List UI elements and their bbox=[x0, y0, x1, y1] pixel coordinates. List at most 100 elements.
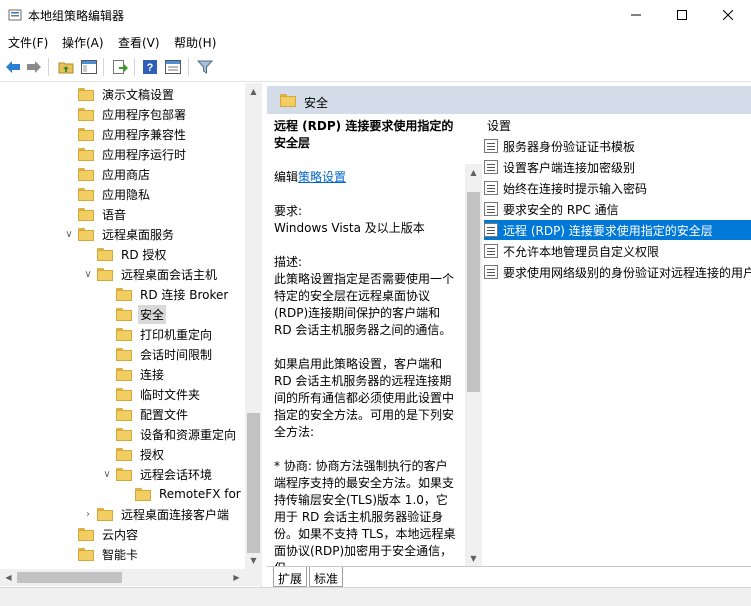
tree-item[interactable]: RemoteFX for W bbox=[119, 484, 258, 504]
toolbar-separator bbox=[188, 58, 189, 76]
setting-item[interactable]: 服务器身份验证证书模板 bbox=[484, 136, 751, 156]
policy-setting-icon bbox=[484, 244, 498, 258]
folder-icon bbox=[116, 287, 132, 301]
folder-icon bbox=[116, 427, 132, 441]
tree-item[interactable]: 授权 bbox=[100, 444, 166, 464]
menu-help[interactable]: 帮助(H) bbox=[174, 34, 216, 51]
setting-item[interactable]: 始终在连接时提示输入密码 bbox=[484, 178, 751, 198]
scroll-up-icon[interactable]: ▲ bbox=[245, 83, 262, 100]
collapse-chevron-icon[interactable]: ∨ bbox=[62, 227, 76, 241]
folder-icon bbox=[78, 527, 94, 541]
tree-item[interactable]: 连接 bbox=[100, 364, 166, 384]
folder-icon bbox=[78, 187, 94, 201]
folder-icon bbox=[116, 467, 132, 481]
show-hide-tree-button[interactable] bbox=[80, 58, 98, 76]
tree-item[interactable]: ∨ 远程会话环境 bbox=[100, 464, 214, 484]
policy-setting-icon bbox=[484, 223, 498, 237]
folder-icon bbox=[78, 167, 94, 181]
tree-item[interactable]: 应用商店 bbox=[62, 164, 152, 184]
close-button[interactable] bbox=[705, 0, 751, 30]
folder-icon bbox=[78, 87, 94, 101]
scroll-right-icon[interactable]: ▶ bbox=[228, 569, 245, 586]
toolbar-separator bbox=[134, 58, 135, 76]
tree-item[interactable]: RD 连接 Broker bbox=[100, 284, 230, 304]
setting-item[interactable]: 要求安全的 RPC 通信 bbox=[484, 199, 751, 219]
maximize-icon bbox=[677, 10, 687, 20]
forward-arrow-icon bbox=[27, 61, 41, 73]
setting-item[interactable]: 要求使用网络级别的身份验证对远程连接的用户 bbox=[484, 262, 751, 282]
properties-button[interactable] bbox=[164, 58, 182, 76]
description: 描述: 此策略设置指定是否需要使用一个特定的安全层在远程桌面协议(RDP)连接期间… bbox=[274, 255, 455, 337]
policy-title: 远程 (RDP) 连接要求使用指定的安全层 bbox=[274, 119, 454, 150]
tree-item[interactable]: ∨ 远程桌面服务 bbox=[62, 224, 176, 244]
scrollbar-thumb[interactable] bbox=[17, 572, 122, 583]
filter-button[interactable] bbox=[196, 58, 214, 76]
negotiate-description: * 协商: 协商方法强制执行的客户端程序支持的最安全方法。如果支持传输层安全(T… bbox=[274, 459, 456, 567]
tree-item[interactable]: 演示文稿设置 bbox=[62, 84, 176, 104]
tab-extended[interactable]: 扩展 bbox=[273, 567, 308, 587]
folder-icon bbox=[97, 507, 113, 521]
setting-item-selected[interactable]: 远程 (RDP) 连接要求使用指定的安全层 bbox=[484, 220, 751, 240]
toolbar: ? bbox=[0, 52, 751, 82]
scroll-left-icon[interactable]: ◀ bbox=[0, 569, 17, 586]
collapse-chevron-icon[interactable]: ∨ bbox=[100, 467, 114, 481]
folder-icon bbox=[78, 547, 94, 561]
up-one-level-button[interactable] bbox=[57, 58, 75, 76]
setting-item[interactable]: 设置客户端连接加密级别 bbox=[484, 157, 751, 177]
collapse-chevron-icon[interactable]: ∨ bbox=[81, 267, 95, 281]
toolbar-separator bbox=[48, 58, 49, 76]
setting-item[interactable]: 不允许本地管理员自定义权限 bbox=[484, 241, 751, 261]
back-arrow-icon bbox=[6, 61, 20, 73]
menu-view[interactable]: 查看(V) bbox=[118, 34, 160, 51]
tree-item[interactable]: 应用程序包部署 bbox=[62, 104, 188, 124]
folder-icon bbox=[116, 347, 132, 361]
export-list-button[interactable] bbox=[111, 58, 129, 76]
menu-action[interactable]: 操作(A) bbox=[62, 34, 104, 51]
tree-item[interactable]: RD 授权 bbox=[81, 244, 168, 264]
folder-icon bbox=[78, 207, 94, 221]
tab-standard[interactable]: 标准 bbox=[309, 567, 344, 587]
minimize-button[interactable] bbox=[613, 0, 659, 30]
tree-item[interactable]: 应用隐私 bbox=[62, 184, 152, 204]
enabled-description: 如果启用此策略设置，客户端和 RD 会话主机服务器的远程连接期间的所有通信都必须… bbox=[274, 357, 455, 439]
help-icon: ? bbox=[143, 60, 157, 74]
tree-item[interactable]: 智能卡 bbox=[62, 544, 140, 564]
tree-item[interactable]: 设备和资源重定向 bbox=[100, 424, 238, 444]
view-tabs: 扩展 标准 bbox=[267, 566, 751, 587]
properties-icon bbox=[165, 60, 181, 74]
description-panel: 远程 (RDP) 连接要求使用指定的安全层 编辑策略设置 要求: Windows … bbox=[267, 114, 465, 567]
edit-policy-line: 编辑策略设置 bbox=[274, 170, 347, 184]
folder-icon bbox=[280, 94, 296, 107]
policy-settings-link[interactable]: 策略设置 bbox=[298, 170, 346, 184]
tree-item[interactable]: › 远程桌面连接客户端 bbox=[81, 504, 231, 524]
folder-icon bbox=[116, 447, 132, 461]
tree-item[interactable]: 应用程序兼容性 bbox=[62, 124, 188, 144]
tree-item[interactable]: 语音 bbox=[62, 204, 128, 224]
tree-item[interactable]: 云内容 bbox=[62, 524, 140, 544]
title-bar: 本地组策略编辑器 bbox=[0, 0, 751, 30]
folder-icon bbox=[97, 267, 113, 281]
menu-file[interactable]: 文件(F) bbox=[8, 34, 48, 51]
help-button[interactable]: ? bbox=[141, 58, 159, 76]
tree-item[interactable]: 会话时间限制 bbox=[100, 344, 214, 364]
tree-vertical-scrollbar[interactable]: ▲ ▼ bbox=[245, 83, 262, 569]
scrollbar-thumb[interactable] bbox=[247, 413, 260, 553]
show-hide-tree-icon bbox=[81, 60, 97, 74]
expand-chevron-icon[interactable]: › bbox=[81, 507, 95, 521]
forward-button[interactable] bbox=[25, 58, 43, 76]
tree-item-selected[interactable]: 安全 bbox=[100, 304, 167, 324]
maximize-button[interactable] bbox=[659, 0, 705, 30]
tree-item[interactable]: ∨ 远程桌面会话主机 bbox=[81, 264, 219, 284]
tree-item[interactable]: 打印机重定向 bbox=[100, 324, 214, 344]
status-bar bbox=[0, 587, 751, 606]
tree-item[interactable]: 配置文件 bbox=[100, 404, 190, 424]
tree-item[interactable]: 应用程序运行时 bbox=[62, 144, 188, 164]
tree-horizontal-scrollbar[interactable]: ◀ ▶ bbox=[0, 569, 262, 586]
scroll-down-icon[interactable]: ▼ bbox=[245, 552, 262, 569]
back-button[interactable] bbox=[4, 58, 22, 76]
settings-column-header[interactable]: 设置 bbox=[487, 117, 511, 134]
folder-icon bbox=[135, 487, 151, 501]
tree-pane: 演示文稿设置 应用程序包部署 应用程序兼容性 应用程序运行时 应用商店 应用隐私… bbox=[0, 83, 262, 587]
tree-item[interactable]: 临时文件夹 bbox=[100, 384, 202, 404]
app-icon bbox=[8, 9, 22, 21]
